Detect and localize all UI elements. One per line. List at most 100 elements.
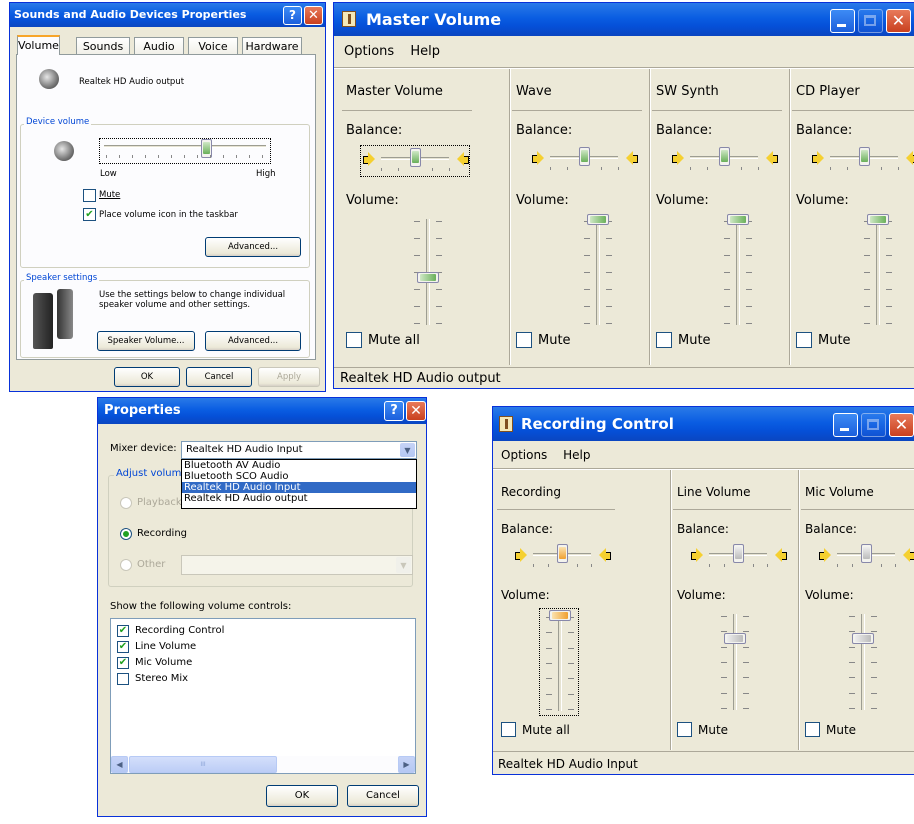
mute-checkbox[interactable] xyxy=(656,332,672,348)
tab-voice[interactable]: Voice xyxy=(188,37,238,55)
balance-thumb[interactable] xyxy=(579,147,590,166)
checkbox[interactable]: ✔ xyxy=(117,625,129,637)
menu-help[interactable]: Help xyxy=(563,445,590,465)
volume-thumb[interactable] xyxy=(549,610,571,621)
balance-slider[interactable] xyxy=(360,145,470,177)
playback-radio[interactable] xyxy=(120,497,132,509)
dropdown-arrow-icon[interactable]: ▼ xyxy=(396,557,411,573)
props-titlebar[interactable]: Properties xyxy=(98,398,426,424)
volume-tick xyxy=(721,616,727,617)
scroll-right-icon[interactable]: ▶ xyxy=(398,756,415,773)
balance-slider[interactable] xyxy=(670,145,780,177)
menu-options[interactable]: Options xyxy=(344,41,394,63)
balance-thumb[interactable] xyxy=(557,544,568,563)
volume-slider[interactable] xyxy=(715,608,755,716)
balance-slider[interactable] xyxy=(530,145,640,177)
balance-thumb[interactable] xyxy=(861,544,872,563)
scroll-thumb[interactable]: III xyxy=(129,756,277,773)
dropdown-option[interactable]: Realtek HD Audio Input xyxy=(182,482,416,493)
volume-slider[interactable] xyxy=(578,213,618,331)
apply-button[interactable]: Apply xyxy=(258,367,320,387)
device-volume-slider[interactable] xyxy=(99,138,271,164)
mute-label: Mute xyxy=(818,333,851,348)
ok-button[interactable]: OK xyxy=(266,785,338,807)
mute-checkbox[interactable] xyxy=(516,332,532,348)
horizontal-scrollbar[interactable]: ◀ III ▶ xyxy=(111,756,415,773)
minimize-button[interactable] xyxy=(833,413,858,437)
master-titlebar[interactable]: Master Volume xyxy=(334,3,914,36)
balance-slider[interactable] xyxy=(689,542,789,572)
volume-thumb[interactable] xyxy=(724,633,746,644)
volume-controls-list[interactable]: ✔ Recording Control ✔ Line Volume ✔ Mic Volum… xyxy=(110,618,416,774)
balance-thumb[interactable] xyxy=(410,148,421,167)
volume-track xyxy=(861,614,865,710)
mixer-device-dropdown-list[interactable]: Bluetooth AV Audio Bluetooth SCO Audio Rea… xyxy=(181,459,417,509)
dropdown-arrow-icon[interactable]: ▼ xyxy=(400,443,415,457)
close-button[interactable]: ✕ xyxy=(406,401,426,421)
maximize-button[interactable] xyxy=(858,9,883,33)
volume-slider[interactable] xyxy=(408,213,448,331)
volume-thumb[interactable] xyxy=(727,214,749,225)
balance-slider[interactable] xyxy=(817,542,914,572)
balance-tick xyxy=(547,564,549,567)
volume-tick xyxy=(849,616,855,617)
speaker-icon xyxy=(812,151,824,165)
help-button[interactable]: ? xyxy=(283,6,302,25)
mute-checkbox[interactable] xyxy=(805,722,820,737)
mute-checkbox[interactable] xyxy=(83,189,96,202)
checkbox[interactable]: ✔ xyxy=(117,641,129,653)
volume-thumb[interactable] xyxy=(852,633,874,644)
place-icon-checkbox[interactable]: ✔ xyxy=(83,208,96,221)
volume-thumb[interactable] xyxy=(417,272,439,284)
volume-tick xyxy=(849,662,855,663)
volume-tick xyxy=(724,306,730,307)
menu-options[interactable]: Options xyxy=(501,445,547,465)
mute-checkbox[interactable] xyxy=(346,332,362,348)
other-radio[interactable] xyxy=(120,559,132,571)
dropdown-option[interactable]: Bluetooth AV Audio xyxy=(182,460,416,471)
balance-thumb[interactable] xyxy=(733,544,744,563)
ok-button[interactable]: OK xyxy=(114,367,180,387)
volume-tick xyxy=(249,155,250,158)
tab-volume[interactable]: Volume xyxy=(17,35,60,55)
tab-audio[interactable]: Audio xyxy=(134,37,184,55)
tab-hardware[interactable]: Hardware xyxy=(242,37,302,55)
volume-tick xyxy=(414,238,420,239)
sounds-titlebar[interactable]: Sounds and Audio Devices Properties xyxy=(10,3,325,27)
volume-thumb[interactable] xyxy=(867,214,889,225)
mute-checkbox[interactable] xyxy=(501,722,516,737)
dropdown-option[interactable]: Bluetooth SCO Audio xyxy=(182,471,416,482)
menu-help[interactable]: Help xyxy=(410,41,440,63)
volume-thumb[interactable] xyxy=(587,214,609,225)
other-device-select[interactable]: ▼ xyxy=(181,555,413,575)
close-button[interactable]: ✕ xyxy=(304,6,323,25)
balance-thumb[interactable] xyxy=(719,147,730,166)
speaker-volume-button[interactable]: Speaker Volume... xyxy=(97,331,195,351)
mixer-device-select[interactable]: Realtek HD Audio Input ▼ xyxy=(181,441,417,459)
volume-slider[interactable] xyxy=(539,608,579,716)
minimize-button[interactable] xyxy=(830,9,855,33)
scroll-left-icon[interactable]: ◀ xyxy=(111,756,128,773)
mute-checkbox[interactable] xyxy=(796,332,812,348)
volume-slider[interactable] xyxy=(858,213,898,331)
cancel-button[interactable]: Cancel xyxy=(347,785,419,807)
help-button[interactable]: ? xyxy=(384,401,404,421)
balance-thumb[interactable] xyxy=(859,147,870,166)
balance-slider[interactable] xyxy=(810,145,914,177)
mute-checkbox[interactable] xyxy=(677,722,692,737)
close-button[interactable]: ✕ xyxy=(886,9,911,33)
mute-label: Mute all xyxy=(522,723,570,737)
dropdown-option[interactable]: Realtek HD Audio output xyxy=(182,493,416,504)
volume-slider[interactable] xyxy=(718,213,758,331)
cancel-button[interactable]: Cancel xyxy=(186,367,252,387)
volume-slider[interactable] xyxy=(843,608,883,716)
recording-radio[interactable] xyxy=(120,528,132,540)
maximize-button[interactable] xyxy=(861,413,886,437)
balance-slider[interactable] xyxy=(513,542,613,572)
checkbox[interactable] xyxy=(117,673,129,685)
advanced-button[interactable]: Advanced... xyxy=(205,237,301,257)
close-button[interactable]: ✕ xyxy=(889,413,914,437)
checkbox[interactable]: ✔ xyxy=(117,657,129,669)
advanced-speaker-button[interactable]: Advanced... xyxy=(205,331,301,351)
tab-sounds[interactable]: Sounds xyxy=(76,37,130,55)
